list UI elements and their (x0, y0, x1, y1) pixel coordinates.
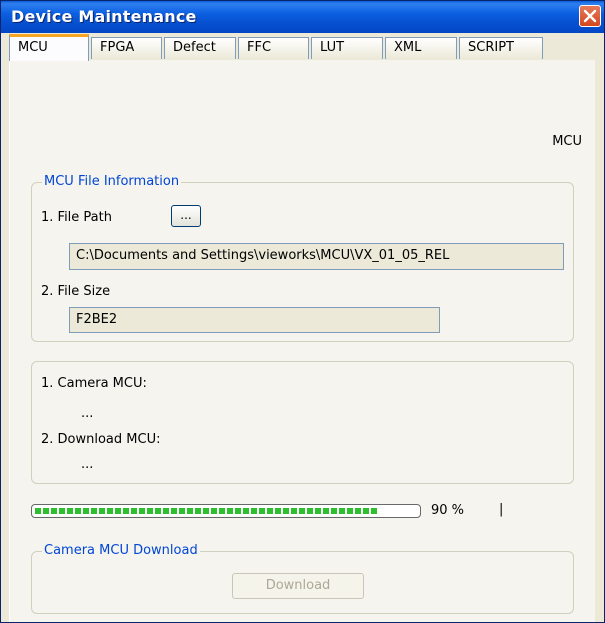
download-button[interactable]: Download (232, 573, 364, 599)
file-path-field[interactable]: C:\Documents and Settings\vieworks\MCU\V… (69, 243, 564, 270)
download-progress-bar (31, 504, 421, 518)
mode-label: MCU (552, 134, 582, 149)
text-cursor: | (499, 502, 504, 517)
progress-percent: 90 % (431, 503, 465, 518)
window-title: Device Maintenance (11, 7, 197, 26)
group-title: MCU File Information (42, 174, 182, 189)
tab-defect[interactable]: Defect (164, 37, 236, 59)
group-title: Camera MCU Download (42, 543, 200, 558)
file-size-field[interactable]: F2BE2 (69, 307, 440, 333)
camera-mcu-value: ... (81, 406, 94, 421)
file-size-label: 2. File Size (41, 284, 111, 299)
camera-mcu-label: 1. Camera MCU: (41, 376, 147, 391)
tab-xml[interactable]: XML (385, 37, 457, 59)
browse-button[interactable]: ... (171, 205, 201, 227)
tab-script[interactable]: SCRIPT (459, 37, 543, 59)
tab-lut[interactable]: LUT (311, 37, 383, 59)
close-icon (583, 9, 597, 23)
tab-ffc[interactable]: FFC (238, 37, 309, 59)
download-mcu-value: ... (81, 457, 94, 472)
progress-fill (35, 508, 379, 514)
tab-mcu[interactable]: MCU (9, 34, 89, 61)
download-mcu-label: 2. Download MCU: (41, 432, 161, 447)
file-path-label: 1. File Path (41, 210, 112, 225)
tab-fpga[interactable]: FPGA (91, 37, 162, 59)
title-bar[interactable]: Device Maintenance (1, 1, 604, 33)
device-maintenance-window: Device Maintenance MCU FPGA Defect FFC L… (0, 0, 605, 623)
close-button[interactable] (579, 5, 601, 27)
